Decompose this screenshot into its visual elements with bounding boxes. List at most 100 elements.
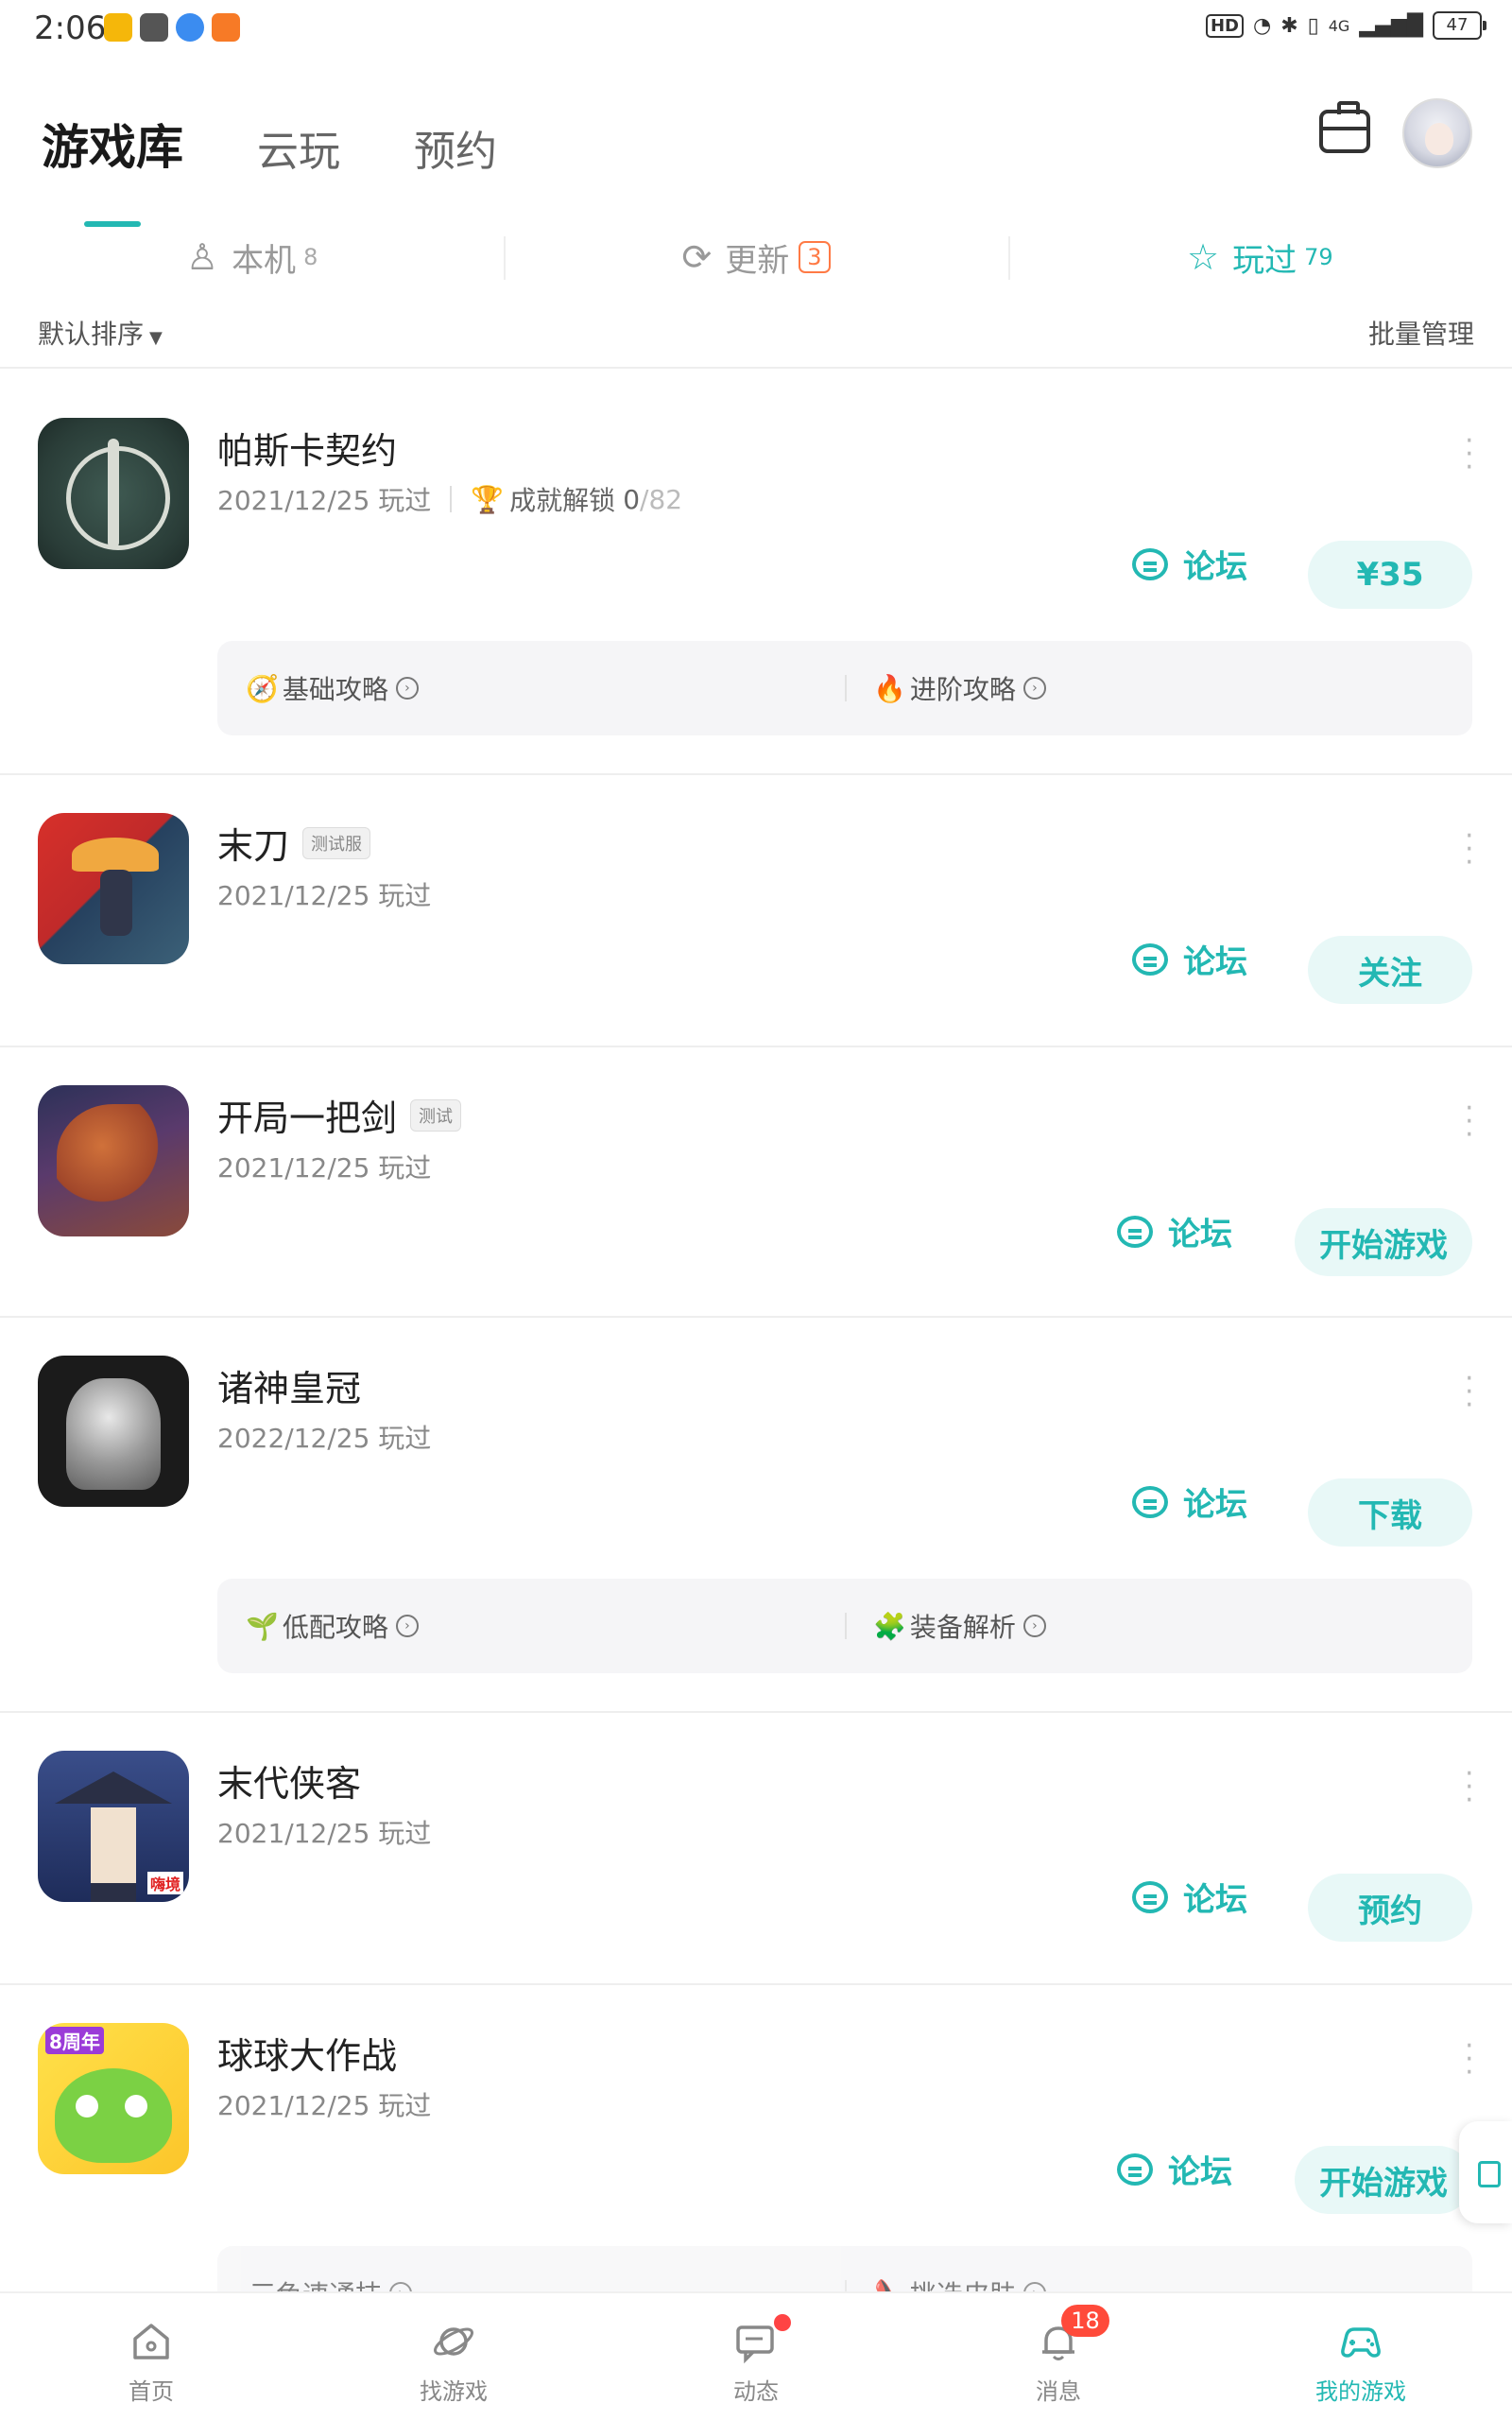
- start-game-button[interactable]: 开始游戏: [1295, 1208, 1472, 1276]
- nav-label: 找游戏: [420, 2378, 488, 2405]
- refresh-icon: ⟳: [681, 236, 713, 278]
- puzzle-icon: 🧩: [873, 1610, 906, 1642]
- forum-button[interactable]: 论坛: [1132, 936, 1247, 982]
- game-icon[interactable]: [38, 813, 189, 964]
- forum-button[interactable]: 论坛: [1132, 1874, 1247, 1920]
- avatar[interactable]: [1402, 98, 1472, 168]
- guide-label: 低配攻略: [282, 1612, 388, 1643]
- game-title: 球球大作战: [217, 2027, 397, 2079]
- game-meta: 2021/12/25 玩过: [217, 1813, 431, 1851]
- local-user-icon: ♙: [185, 236, 219, 278]
- forum-button[interactable]: 论坛: [1117, 2146, 1232, 2192]
- forum-label: 论坛: [1183, 1881, 1247, 1919]
- guide-strip: 🧭 基础攻略 › 🔥 进阶攻略 ›: [217, 641, 1472, 735]
- nav-home[interactable]: 首页: [0, 2293, 302, 2420]
- tab-reservation[interactable]: 预约: [414, 117, 497, 178]
- tab-played[interactable]: ☆ 玩过 79: [1007, 227, 1512, 287]
- tab-update-label: 更新: [725, 241, 790, 280]
- game-card[interactable]: 帕斯卡契约 2021/12/25 玩过 🏆 成就解锁 0/82 · · · 论坛 ¥…: [0, 380, 1512, 775]
- game-icon[interactable]: 嗨境: [38, 1751, 189, 1902]
- game-icon[interactable]: [38, 1356, 189, 1507]
- game-card[interactable]: 诸神皇冠 2022/12/25 玩过 · · · 论坛 下载 🌱 低配攻略 › 🧩 装备解…: [0, 1318, 1512, 1713]
- game-icon[interactable]: [38, 418, 189, 569]
- more-options-icon[interactable]: · · ·: [1465, 822, 1474, 877]
- more-options-icon[interactable]: · · ·: [1465, 427, 1474, 482]
- trophy-icon: 🏆: [471, 483, 505, 515]
- tab-update[interactable]: ⟳ 更新 3: [504, 227, 1007, 287]
- forum-icon: [1132, 1485, 1168, 1518]
- game-card[interactable]: 开局一把剑 测试 2021/12/25 玩过 · · · 论坛 开始游戏: [0, 1047, 1512, 1318]
- forum-icon: [1132, 547, 1168, 580]
- battery-icon: 47: [1433, 11, 1486, 40]
- tab-game-library[interactable]: 游戏库: [42, 110, 183, 227]
- forum-button[interactable]: 论坛: [1117, 1208, 1232, 1254]
- batch-manage-button[interactable]: 批量管理: [1368, 314, 1474, 352]
- guide-link[interactable]: 🧩 装备解析 ›: [845, 1579, 1472, 1673]
- reserve-button[interactable]: 预约: [1308, 1874, 1472, 1942]
- start-game-button[interactable]: 开始游戏: [1295, 2146, 1472, 2214]
- guide-link[interactable]: 🔥 进阶攻略 ›: [845, 641, 1472, 735]
- more-options-icon[interactable]: · · ·: [1465, 2032, 1474, 2087]
- played-date: 2022/12/25 玩过: [217, 1423, 432, 1454]
- tab-cloud-play[interactable]: 云玩: [257, 117, 340, 178]
- game-icon[interactable]: 8周年: [38, 2023, 189, 2174]
- planet-icon: [434, 2327, 473, 2356]
- game-card[interactable]: 末刀 测试服 2021/12/25 玩过 · · · 论坛 关注: [0, 775, 1512, 1047]
- tab-local[interactable]: ♙ 本机 8: [0, 227, 504, 287]
- forum-icon: [1117, 2152, 1153, 2186]
- more-options-icon[interactable]: · · ·: [1465, 1095, 1474, 1150]
- arrow-right-icon: ›: [395, 677, 419, 700]
- forum-icon: [1132, 942, 1168, 976]
- game-title-text: 帕斯卡契约: [217, 430, 398, 472]
- nav-messages[interactable]: 18 消息: [907, 2293, 1210, 2420]
- star-icon: ☆: [1187, 236, 1220, 278]
- forum-label: 论坛: [1183, 548, 1247, 586]
- guide-label: 进阶攻略: [909, 674, 1016, 705]
- floating-side-button[interactable]: [1459, 2121, 1512, 2223]
- guide-link[interactable]: 🌱 低配攻略 ›: [217, 1579, 845, 1673]
- nav-find-games[interactable]: 找游戏: [302, 2293, 605, 2420]
- game-card[interactable]: 8周年 球球大作战 2021/12/25 玩过 ··· 论坛 开始游戏 三色速通…: [0, 1985, 1512, 2341]
- price-button[interactable]: ¥35: [1308, 541, 1472, 609]
- game-meta: 2022/12/25 玩过: [217, 1418, 431, 1456]
- sort-dropdown[interactable]: 默认排序 ▼: [38, 314, 163, 352]
- game-title-text: 开局一把剑: [217, 1098, 398, 1139]
- nav-label: 动态: [733, 2378, 779, 2405]
- forum-icon: [1117, 1215, 1153, 1248]
- caret-down-icon: ▼: [149, 328, 163, 348]
- download-button[interactable]: 下载: [1308, 1478, 1472, 1547]
- more-options-icon[interactable]: · · ·: [1465, 1365, 1474, 1420]
- forum-label: 论坛: [1168, 1216, 1232, 1253]
- achievement-label: 成就解锁: [509, 485, 616, 516]
- game-card[interactable]: 嗨境 末代侠客 2021/12/25 玩过 · · · 论坛 预约: [0, 1713, 1512, 1985]
- toolbox-icon[interactable]: [1319, 101, 1370, 153]
- more-options-icon[interactable]: · · ·: [1465, 1760, 1474, 1815]
- guide-link[interactable]: 🧭 基础攻略 ›: [217, 641, 845, 735]
- nav-label: 首页: [129, 2378, 174, 2405]
- nav-feed[interactable]: 动态: [605, 2293, 907, 2420]
- bluetooth-icon: ✱: [1280, 13, 1298, 38]
- follow-button[interactable]: 关注: [1308, 936, 1472, 1004]
- played-date: 2021/12/25 玩过: [217, 880, 432, 911]
- speed-icon: ◔: [1252, 13, 1272, 38]
- notification-app-icon: [104, 13, 132, 42]
- status-bar: 2:06 HD ◔ ✱ ▯ 4G ▂▄▆█ 47: [0, 0, 1512, 60]
- played-date: 2021/12/25 玩过: [217, 485, 432, 516]
- tab-played-label: 玩过: [1232, 241, 1297, 280]
- nav-my-games[interactable]: 我的游戏: [1210, 2293, 1512, 2420]
- achievement-separator: /: [640, 483, 649, 515]
- compass-icon: 🧭: [246, 672, 279, 704]
- home-icon: [133, 2324, 169, 2360]
- forum-button[interactable]: 论坛: [1132, 541, 1247, 587]
- played-date: 2021/12/25 玩过: [217, 1152, 432, 1184]
- game-meta: 2021/12/25 玩过: [217, 875, 431, 913]
- sub-tab-bar: ♙ 本机 8 ⟳ 更新 3 ☆ 玩过 79: [0, 227, 1512, 287]
- game-title-text: 末刀: [217, 825, 290, 867]
- forum-label: 论坛: [1183, 943, 1247, 981]
- forum-button[interactable]: 论坛: [1132, 1478, 1247, 1525]
- game-icon[interactable]: [38, 1085, 189, 1236]
- fire-icon: 🔥: [873, 672, 906, 704]
- vibrate-icon: ▯: [1307, 13, 1319, 38]
- sort-bar: 默认排序 ▼ 批量管理: [0, 308, 1512, 369]
- network-label: 4G: [1328, 16, 1350, 35]
